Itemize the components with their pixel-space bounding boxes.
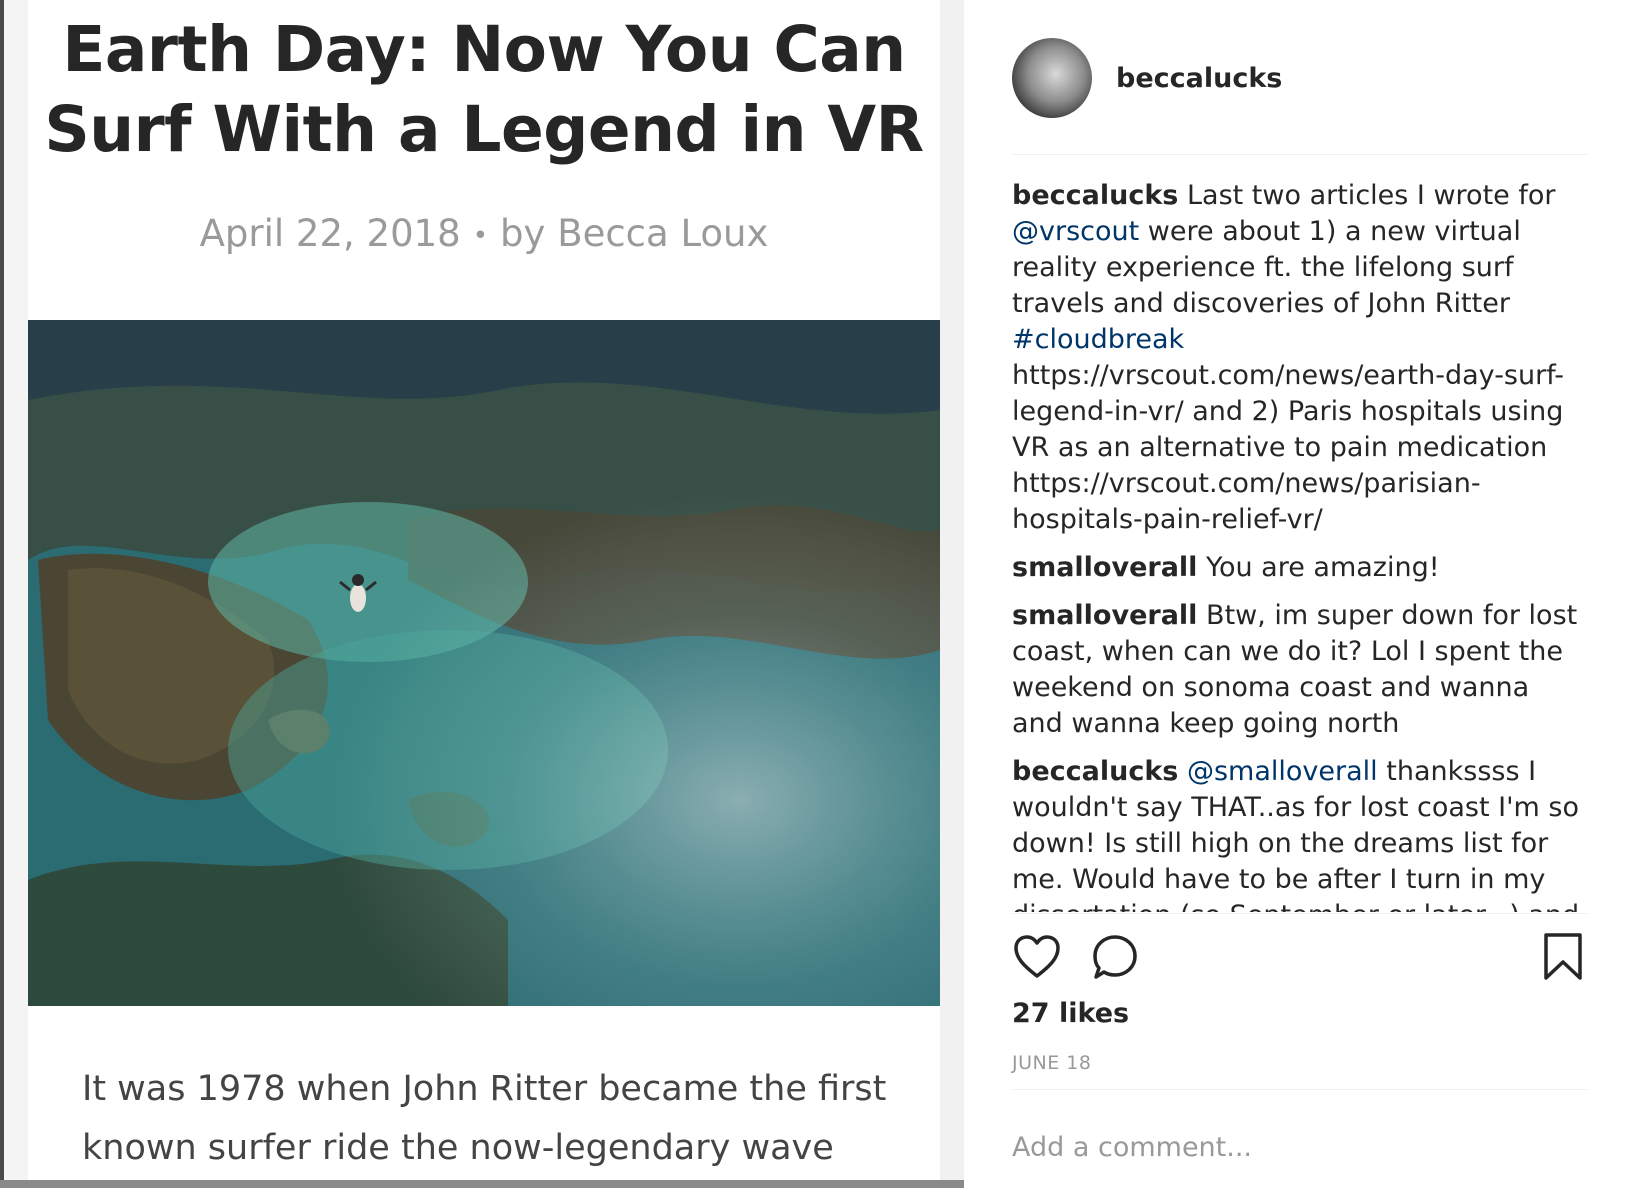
like-button[interactable] — [1012, 932, 1062, 982]
article-title: Earth Day: Now You Can Surf With a Legen… — [44, 13, 924, 166]
post-header: beccalucks — [1012, 38, 1282, 118]
comment-button[interactable] — [1090, 932, 1140, 982]
comment-icon — [1093, 935, 1137, 979]
mention-link[interactable]: @smalloverall — [1187, 756, 1378, 787]
bookmark-icon — [1544, 933, 1582, 980]
article-meta: April 22, 2018 • by Becca Loux — [28, 212, 940, 255]
add-comment-input[interactable] — [1012, 1124, 1588, 1170]
comment-username[interactable]: smalloverall — [1012, 600, 1197, 631]
comment-username[interactable]: beccalucks — [1012, 180, 1178, 211]
divider-line — [1012, 913, 1588, 914]
heart-icon — [1014, 935, 1060, 978]
divider-line — [1012, 154, 1588, 155]
download-bar-strip — [0, 1180, 964, 1188]
comment: beccalucks Last two articles I wrote for… — [1012, 178, 1588, 538]
article-body-text: It was 1978 when John Ritter became the … — [82, 1069, 887, 1168]
post-date[interactable]: JUNE 18 — [1012, 1052, 1091, 1074]
comment-text: You are amazing! — [1206, 552, 1440, 583]
hashtag-link[interactable]: #cloudbreak — [1012, 324, 1184, 355]
bookmark-button[interactable] — [1538, 932, 1588, 982]
likes-count[interactable]: 27 likes — [1012, 998, 1129, 1029]
comment: smalloverall Btw, im super down for lost… — [1012, 598, 1588, 742]
hero-image-graphic — [28, 320, 940, 1006]
comment-username[interactable]: beccalucks — [1012, 756, 1178, 787]
comment-username[interactable]: smalloverall — [1012, 552, 1197, 583]
article-date: April 22, 2018 — [199, 212, 461, 255]
article-panel: Earth Day: Now You Can Surf With a Legen… — [28, 0, 940, 1188]
article-byline[interactable]: by Becca Loux — [500, 212, 768, 255]
mention-link[interactable]: @vrscout — [1012, 216, 1139, 247]
hero-image-ocean-reef-surfer — [28, 320, 940, 1006]
comments-list[interactable]: beccalucks Last two articles I wrote for… — [1012, 178, 1588, 912]
page-gutter — [4, 0, 28, 1188]
divider-line — [1012, 1089, 1588, 1090]
instagram-post-panel: beccalucks beccalucks Last two articles … — [964, 0, 1636, 1188]
panel-divider — [940, 0, 964, 1188]
comment-text: https://vrscout.com/news/earth-day-surf-… — [1012, 360, 1564, 535]
meta-separator: • — [472, 220, 489, 251]
post-actions — [1012, 932, 1588, 982]
avatar[interactable] — [1012, 38, 1092, 118]
comment-text: Last two articles I wrote for — [1186, 180, 1556, 211]
post-username[interactable]: beccalucks — [1116, 63, 1282, 94]
comment: smalloverall You are amazing! — [1012, 550, 1588, 586]
comment: beccalucks @smalloverall thankssss I wou… — [1012, 754, 1588, 912]
